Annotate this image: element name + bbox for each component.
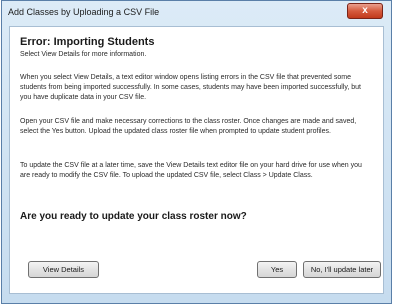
view-details-button[interactable]: View Details bbox=[28, 261, 99, 278]
yes-button[interactable]: Yes bbox=[257, 261, 297, 278]
update-question: Are you ready to update your class roste… bbox=[20, 211, 247, 222]
dialog-content: Error: Importing Students Select View De… bbox=[9, 26, 384, 294]
paragraph-view-details: When you select View Details, a text edi… bbox=[20, 74, 361, 101]
window-title: Add Classes by Uploading a CSV File bbox=[8, 7, 160, 17]
close-button[interactable]: x bbox=[347, 3, 383, 19]
dialog-window: Add Classes by Uploading a CSV File x Er… bbox=[1, 0, 392, 304]
paragraph-update-later: To update the CSV file at a later time, … bbox=[20, 162, 362, 179]
error-subheading: Select View Details for more information… bbox=[20, 51, 147, 58]
close-icon: x bbox=[362, 5, 368, 16]
error-heading: Error: Importing Students bbox=[20, 36, 155, 48]
update-later-button[interactable]: No, I'll update later bbox=[303, 261, 381, 278]
paragraph-correct-roster: Open your CSV file and make necessary co… bbox=[20, 118, 357, 135]
title-bar[interactable]: Add Classes by Uploading a CSV File x bbox=[2, 1, 391, 25]
